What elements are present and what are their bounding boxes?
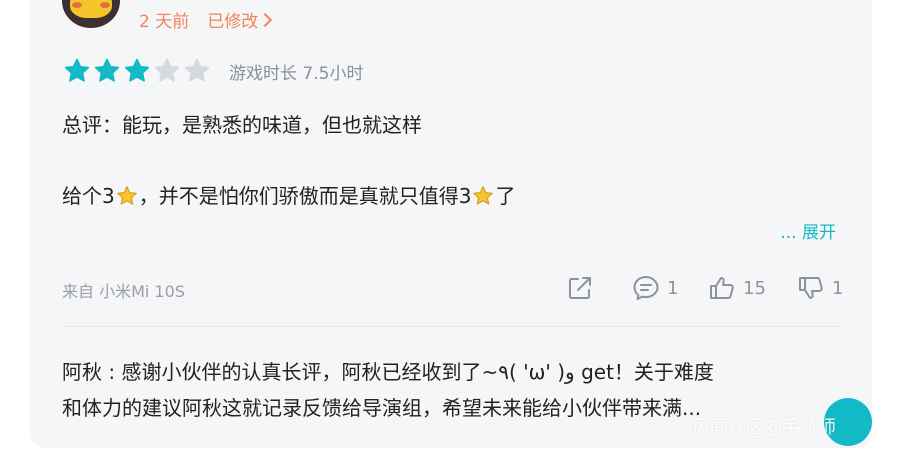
developer-reply-line-1[interactable]: 阿秋 : 感谢小伙伴的认真长评，阿秋已经收到了~٩( 'ω' )و get！关于… [62, 356, 714, 385]
playtime: 游戏时长 7.5小时 [229, 64, 364, 84]
thumbs-down-icon [799, 277, 823, 299]
star-empty-icon [184, 58, 210, 82]
star-emoji-icon [116, 186, 137, 205]
comment-icon [633, 276, 659, 300]
review-text: 给个3 ，并不是怕你们骄傲而是真就只值得3 了 [62, 180, 515, 209]
avatar-face [70, 0, 112, 18]
developer-reply-line-2[interactable]: 和体力的建议阿秋这就记录反馈给导演组，希望未来能给小伙伴带来满... [62, 392, 701, 421]
rating-stars [63, 57, 211, 85]
avatar-blush-right [100, 2, 110, 8]
like-count: 15 [743, 277, 766, 299]
dislike-button[interactable]: 1 [796, 273, 843, 303]
expand-label: ... 展开 [780, 223, 836, 243]
comment-button[interactable]: 1 [631, 273, 678, 303]
review-time: 2 天前 [139, 12, 190, 32]
review-text-part-3: 了 [495, 184, 516, 208]
star-emoji-icon [473, 186, 494, 205]
edited-link[interactable]: 已修改 [207, 12, 273, 32]
star-filled-icon [64, 58, 90, 82]
star-filled-icon [124, 58, 150, 82]
share-button[interactable] [565, 273, 595, 303]
share-icon [569, 277, 591, 299]
watermark: 风闻社区@手游师 [692, 417, 836, 438]
thumbs-up-icon [710, 277, 734, 299]
chevron-right-icon [258, 12, 273, 28]
divider [62, 326, 840, 327]
review-text-part-1: 给个3 [62, 184, 115, 208]
edited-label: 已修改 [207, 12, 259, 32]
like-button[interactable]: 15 [707, 273, 766, 303]
dislike-count: 1 [832, 277, 844, 299]
review-text-part-2: ，并不是怕你们骄傲而是真就只值得3 [138, 184, 472, 208]
review-meta: 2 天前 已修改 [139, 7, 273, 32]
comment-count: 1 [667, 277, 679, 299]
avatar-blush-left [72, 2, 82, 8]
device-source: 来自 小米Mi 10S [62, 282, 185, 301]
expand-button[interactable]: ... 展开 [735, 214, 845, 244]
star-filled-icon [94, 58, 120, 82]
star-empty-icon [154, 58, 180, 82]
review-summary: 总评：能玩，是熟悉的味道，但也就这样 [62, 113, 422, 137]
